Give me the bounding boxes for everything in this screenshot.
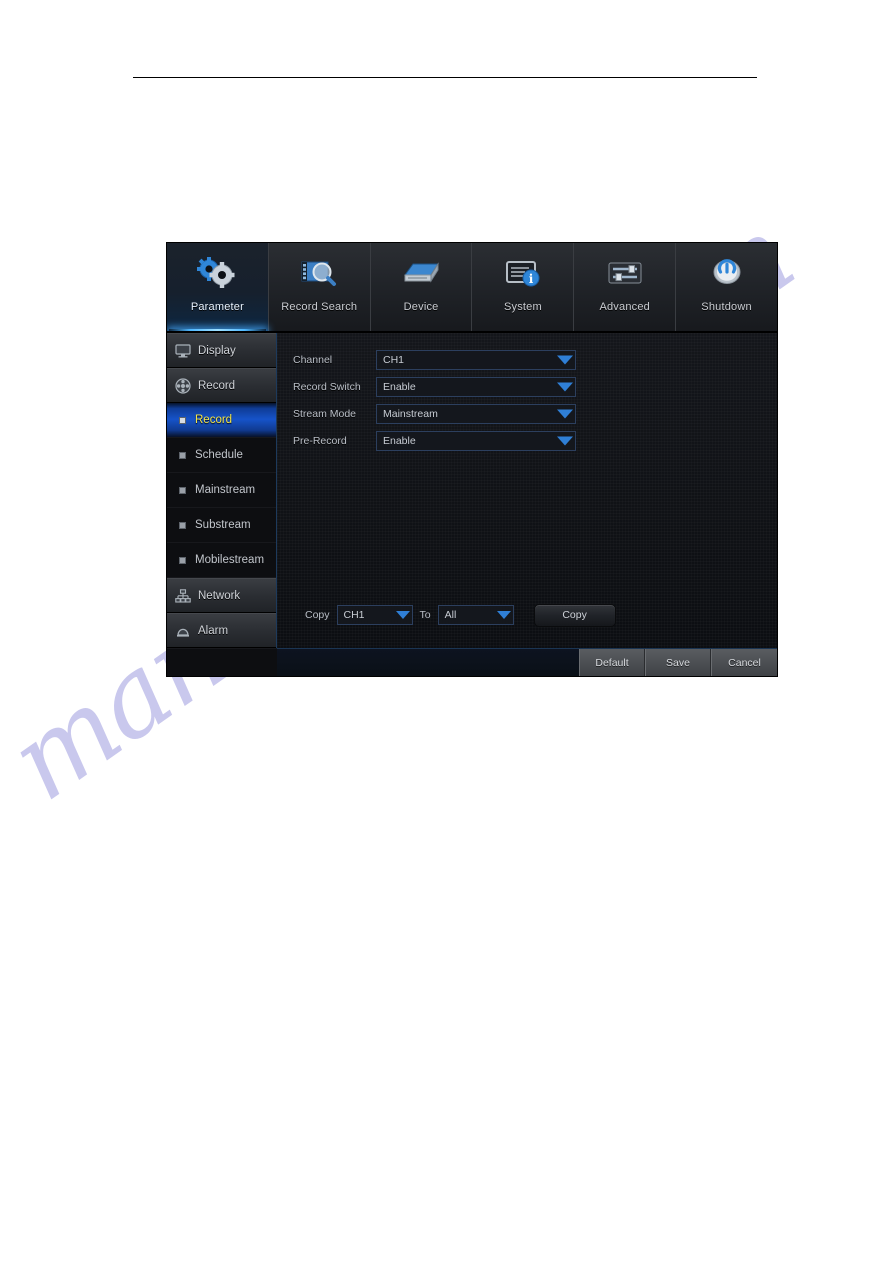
nav-tab-label: Device — [403, 301, 439, 313]
nav-tab-record-search[interactable]: Record Search — [269, 243, 371, 333]
field-row-channel: Channel CH1 — [277, 347, 777, 373]
field-label: Pre-Record — [293, 435, 347, 447]
nav-tab-device[interactable]: Device — [371, 243, 473, 333]
film-search-icon — [298, 251, 340, 295]
svg-text:i: i — [529, 272, 534, 286]
bullet-icon — [179, 451, 186, 459]
bullet-icon — [179, 416, 186, 424]
document-header-rule — [133, 77, 757, 78]
sidebar-item-label: Mobilestream — [195, 554, 265, 566]
field-label: Record Switch — [293, 381, 361, 393]
main-navigation-bar: Parameter Record Search Device i System … — [167, 243, 777, 333]
pre-record-select[interactable]: Enable — [376, 431, 576, 451]
sidebar-item-label: Record — [198, 379, 236, 392]
sidebar-item-record[interactable]: Record — [167, 403, 276, 438]
sidebar-footer — [167, 648, 277, 676]
channel-select-value: CH1 — [383, 354, 405, 366]
bell-icon — [177, 628, 189, 637]
copy-target-value: All — [444, 609, 457, 621]
save-button[interactable]: Save — [645, 649, 711, 676]
sidebar-item-label: Display — [198, 344, 236, 357]
field-label: Channel — [293, 354, 333, 366]
chevron-down-icon — [557, 436, 573, 446]
nav-tab-advanced[interactable]: Advanced — [574, 243, 677, 333]
monitor-icon — [175, 343, 191, 357]
sidebar-item-label: Network — [198, 589, 241, 602]
pre-record-select-value: Enable — [383, 435, 416, 447]
bullet-icon — [179, 556, 186, 564]
chevron-down-icon — [496, 611, 511, 619]
sidebar-item-label: Mainstream — [195, 484, 256, 496]
copy-to-label: To — [419, 609, 431, 621]
nav-tab-label: Advanced — [599, 301, 650, 313]
chevron-down-icon — [557, 409, 573, 419]
bullet-icon — [179, 486, 186, 494]
copy-source-value: CH1 — [343, 609, 365, 621]
nav-tab-label: Shutdown — [701, 301, 752, 313]
chevron-down-icon — [395, 611, 410, 619]
settings-sidebar: Display Record Record Schedule Mainstrea… — [167, 333, 277, 676]
record-switch-select-value: Enable — [383, 381, 416, 393]
nav-tab-label: Record Search — [281, 301, 358, 313]
bullet-icon — [179, 521, 186, 529]
sidebar-item-display[interactable]: Display — [167, 333, 276, 368]
nav-tab-label: System — [503, 301, 542, 313]
chevron-down-icon — [557, 355, 573, 365]
nav-tab-label: Parameter — [190, 301, 244, 313]
sidebar-item-label: Alarm — [198, 624, 229, 637]
field-row-record-switch: Record Switch Enable — [277, 374, 777, 400]
sidebar-item-alarm[interactable]: Alarm — [167, 613, 276, 648]
network-icon — [175, 588, 191, 603]
nav-tab-system[interactable]: i System — [472, 243, 575, 333]
field-row-stream-mode: Stream Mode Mainstream — [277, 401, 777, 427]
sliders-icon — [604, 251, 646, 295]
copy-settings-row: Copy CH1 To All Copy — [277, 601, 777, 629]
monitor-info-icon: i — [502, 251, 544, 295]
nav-tab-parameter[interactable]: Parameter — [167, 243, 269, 333]
power-icon — [706, 251, 748, 295]
field-row-pre-record: Pre-Record Enable — [277, 428, 777, 454]
sidebar-item-mobilestream[interactable]: Mobilestream — [167, 543, 276, 578]
sidebar-item-schedule[interactable]: Schedule — [167, 438, 276, 473]
stream-mode-select-value: Mainstream — [383, 408, 438, 420]
default-button[interactable]: Default — [579, 649, 645, 676]
nav-tab-shutdown[interactable]: Shutdown — [676, 243, 777, 333]
field-label: Stream Mode — [293, 408, 357, 420]
film-reel-icon — [175, 377, 191, 394]
sidebar-item-record-group[interactable]: Record — [167, 368, 276, 403]
copy-source-select[interactable]: CH1 — [336, 605, 413, 625]
chevron-down-icon — [557, 382, 573, 392]
sidebar-item-label: Schedule — [195, 449, 243, 461]
hard-drive-icon — [400, 251, 442, 295]
sidebar-item-label: Record — [195, 414, 233, 426]
dvr-body: Display Record Record Schedule Mainstrea… — [167, 333, 777, 676]
sidebar-item-substream[interactable]: Substream — [167, 508, 276, 543]
sidebar-item-mainstream[interactable]: Mainstream — [167, 473, 276, 508]
action-button-bar: Default Save Cancel — [579, 649, 777, 676]
sidebar-item-network[interactable]: Network — [167, 578, 276, 613]
cancel-button[interactable]: Cancel — [711, 649, 777, 676]
copy-target-select[interactable]: All — [437, 605, 514, 625]
settings-content-panel: Channel CH1 Record Switch Enable Stream … — [277, 333, 777, 676]
dvr-configuration-window: Parameter Record Search Device i System … — [167, 243, 777, 676]
record-switch-select[interactable]: Enable — [376, 377, 576, 397]
stream-mode-select[interactable]: Mainstream — [376, 404, 576, 424]
sidebar-item-label: Substream — [195, 519, 251, 531]
copy-button[interactable]: Copy — [533, 603, 616, 627]
gears-icon — [196, 251, 238, 295]
channel-select[interactable]: CH1 — [376, 350, 576, 370]
copy-source-label: Copy — [305, 609, 330, 621]
